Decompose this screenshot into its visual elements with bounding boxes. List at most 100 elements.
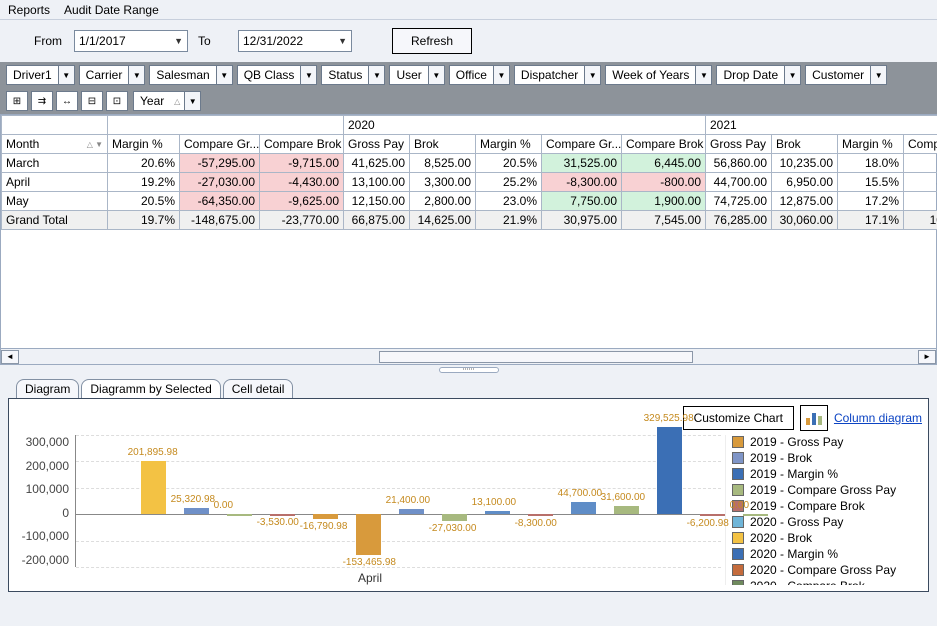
cell[interactable]: 3,300.00 — [410, 173, 476, 192]
legend-item[interactable]: 2020 - Brok — [732, 531, 922, 545]
cell[interactable]: 1,900.00 — [622, 192, 706, 211]
column-header[interactable]: Compare Gr. — [904, 135, 937, 154]
chart-bar[interactable] — [743, 514, 769, 516]
customize-chart-button[interactable]: Customize Chart — [683, 406, 794, 430]
cell[interactable]: 19.2% — [108, 173, 180, 192]
cell[interactable]: 25.2% — [476, 173, 542, 192]
cell[interactable]: -4,430.00 — [260, 173, 344, 192]
cell[interactable]: 15,235 — [904, 154, 937, 173]
toolbar-icon-1[interactable]: ⊞ — [6, 91, 28, 111]
cell[interactable]: 7,750.00 — [542, 192, 622, 211]
menu-audit-date-range[interactable]: Audit Date Range — [64, 3, 159, 17]
column-header[interactable]: Compare Brok — [260, 135, 344, 154]
filter-driver1[interactable]: Driver1▼ — [6, 65, 75, 85]
cell[interactable]: 12,875.00 — [772, 192, 838, 211]
chart-bar[interactable] — [700, 514, 726, 516]
filter-user[interactable]: User▼ — [389, 65, 444, 85]
chart-bar[interactable] — [399, 509, 425, 515]
cell[interactable]: -800.00 — [622, 173, 706, 192]
cell[interactable]: 41,625.00 — [344, 154, 410, 173]
chart-bar[interactable] — [657, 427, 683, 514]
cell[interactable]: 8,525.00 — [410, 154, 476, 173]
cell[interactable]: 6,950.00 — [772, 173, 838, 192]
table-row[interactable]: May20.5%-64,350.00-9,625.0012,150.002,80… — [2, 192, 937, 211]
filter-dispatcher[interactable]: Dispatcher▼ — [514, 65, 601, 85]
cell[interactable]: 18.0% — [838, 154, 904, 173]
filter-status[interactable]: Status▼ — [321, 65, 385, 85]
cell[interactable]: 17.2% — [838, 192, 904, 211]
legend-item[interactable]: 2020 - Compare Brok — [732, 579, 922, 585]
legend-item[interactable]: 2019 - Compare Gross Pay — [732, 483, 922, 497]
table-row[interactable]: March20.6%-57,295.00-9,715.0041,625.008,… — [2, 154, 937, 173]
cell[interactable]: 62,575 — [904, 192, 937, 211]
cell[interactable]: 31,525.00 — [542, 154, 622, 173]
tab-cell-detail[interactable]: Cell detail — [223, 379, 294, 398]
chart-bar[interactable] — [227, 514, 253, 516]
chart-bar[interactable] — [184, 508, 210, 515]
filter-customer[interactable]: Customer▼ — [805, 65, 887, 85]
legend-item[interactable]: 2019 - Gross Pay — [732, 435, 922, 449]
table-row[interactable]: April19.2%-27,030.00-4,430.0013,100.003,… — [2, 173, 937, 192]
refresh-button[interactable]: Refresh — [392, 28, 472, 54]
toolbar-icon-5[interactable]: ⊡ — [106, 91, 128, 111]
cell[interactable]: -8,300.00 — [542, 173, 622, 192]
chart-bar[interactable] — [614, 506, 640, 514]
cell[interactable]: 13,100.00 — [344, 173, 410, 192]
cell[interactable]: -9,625.00 — [260, 192, 344, 211]
filter-carrier[interactable]: Carrier▼ — [79, 65, 146, 85]
chart-bar[interactable] — [485, 511, 511, 514]
chart-bar[interactable] — [571, 502, 597, 514]
to-date-input[interactable]: 12/31/2022 ▼ — [238, 30, 352, 52]
cell[interactable]: 31,600 — [904, 173, 937, 192]
cell[interactable]: 74,725.00 — [706, 192, 772, 211]
cell[interactable]: 20.5% — [476, 154, 542, 173]
tab-diagram[interactable]: Diagram — [16, 379, 79, 398]
column-header[interactable]: Compare Gr... — [542, 135, 622, 154]
chart-type-icon-button[interactable] — [800, 405, 828, 431]
legend-item[interactable]: 2020 - Gross Pay — [732, 515, 922, 529]
legend-item[interactable]: 2019 - Brok — [732, 451, 922, 465]
tab-diagram-by-selected[interactable]: Diagramm by Selected — [81, 379, 220, 398]
splitter-handle[interactable]: ⋯⋯ — [0, 365, 937, 375]
toolbar-icon-4[interactable]: ⊟ — [81, 91, 103, 111]
column-header[interactable]: Margin % — [476, 135, 542, 154]
cell[interactable]: 12,150.00 — [344, 192, 410, 211]
cell[interactable]: -64,350.00 — [180, 192, 260, 211]
cell[interactable]: 10,235.00 — [772, 154, 838, 173]
filter-week-of-years[interactable]: Week of Years▼ — [605, 65, 712, 85]
filter-qb-class[interactable]: QB Class▼ — [237, 65, 318, 85]
filter-salesman[interactable]: Salesman▼ — [149, 65, 232, 85]
cell[interactable]: 44,700.00 — [706, 173, 772, 192]
cell[interactable]: 15.5% — [838, 173, 904, 192]
column-diagram-link[interactable]: Column diagram — [834, 411, 922, 425]
column-header[interactable]: Compare Brok — [622, 135, 706, 154]
cell[interactable]: -27,030.00 — [180, 173, 260, 192]
filter-drop-date[interactable]: Drop Date▼ — [716, 65, 801, 85]
legend-item[interactable]: 2020 - Compare Gross Pay — [732, 563, 922, 577]
cell[interactable]: 23.0% — [476, 192, 542, 211]
cell[interactable]: 56,860.00 — [706, 154, 772, 173]
scroll-left-button[interactable]: ◄ — [1, 350, 19, 364]
toolbar-icon-3[interactable]: ↔ — [56, 91, 78, 111]
chart-bar[interactable] — [141, 461, 167, 514]
scroll-right-button[interactable]: ► — [918, 350, 936, 364]
scroll-track[interactable] — [19, 350, 918, 364]
cell[interactable]: -9,715.00 — [260, 154, 344, 173]
column-header[interactable]: Margin % — [108, 135, 180, 154]
filter-office[interactable]: Office▼ — [449, 65, 510, 85]
column-header[interactable]: Brok — [772, 135, 838, 154]
legend-item[interactable]: 2019 - Margin % — [732, 467, 922, 481]
chart-bar[interactable] — [313, 514, 339, 518]
cell[interactable]: 20.6% — [108, 154, 180, 173]
year-field-dropdown[interactable]: Year △ ▼ — [133, 91, 201, 111]
month-column-header[interactable]: Month△ ▼ — [2, 135, 108, 154]
chart-bar[interactable] — [528, 514, 554, 516]
from-date-input[interactable]: 1/1/2017 ▼ — [74, 30, 188, 52]
scroll-thumb[interactable] — [379, 351, 694, 363]
cell[interactable]: 6,445.00 — [622, 154, 706, 173]
chart-bar[interactable] — [356, 514, 382, 555]
column-header[interactable]: Margin % — [838, 135, 904, 154]
chart-bar[interactable] — [270, 514, 296, 516]
column-header[interactable]: Gross Pay — [706, 135, 772, 154]
legend-item[interactable]: 2019 - Compare Brok — [732, 499, 922, 513]
